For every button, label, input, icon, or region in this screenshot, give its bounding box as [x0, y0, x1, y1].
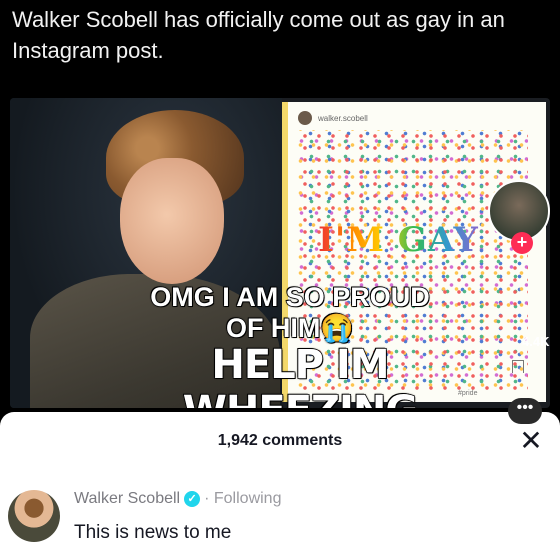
comments-count-title: 1,942 comments — [217, 432, 343, 449]
comment-author[interactable]: Walker Scobell — [74, 490, 180, 508]
face — [120, 158, 224, 284]
comments-sheet: 1,942 comments ✕ Walker Scobell ✓ · Foll… — [0, 412, 560, 560]
video-frame[interactable]: walker.scobell I'M GAY #pride + OMG I AM… — [10, 98, 550, 408]
follow-plus-icon[interactable]: + — [511, 232, 533, 254]
post-username: walker.scobell — [318, 113, 368, 123]
like-count: 4.4K — [522, 334, 550, 349]
comment-author-row: Walker Scobell ✓ · Following — [74, 490, 281, 508]
caption-line-2: OF HIM😭 — [225, 312, 355, 344]
verified-icon: ✓ — [184, 491, 201, 507]
following-label: · Following — [204, 490, 282, 507]
post-header: walker.scobell — [298, 110, 368, 126]
post-headline: I'M GAY — [318, 220, 479, 260]
more-options-icon[interactable]: ••• — [508, 398, 542, 424]
bookmark-icon[interactable] — [512, 360, 524, 373]
comment-text: This is news to me — [74, 522, 232, 543]
caption-line-3: HELP IM WHEEZING — [182, 341, 419, 408]
caption-line-1: OMG I AM SO PROUD — [149, 281, 430, 313]
tweet-text: Walker Scobell has officially come out a… — [12, 7, 505, 63]
post-avatar — [298, 111, 312, 125]
avatar[interactable] — [8, 490, 60, 542]
close-icon[interactable]: ✕ — [516, 426, 546, 456]
